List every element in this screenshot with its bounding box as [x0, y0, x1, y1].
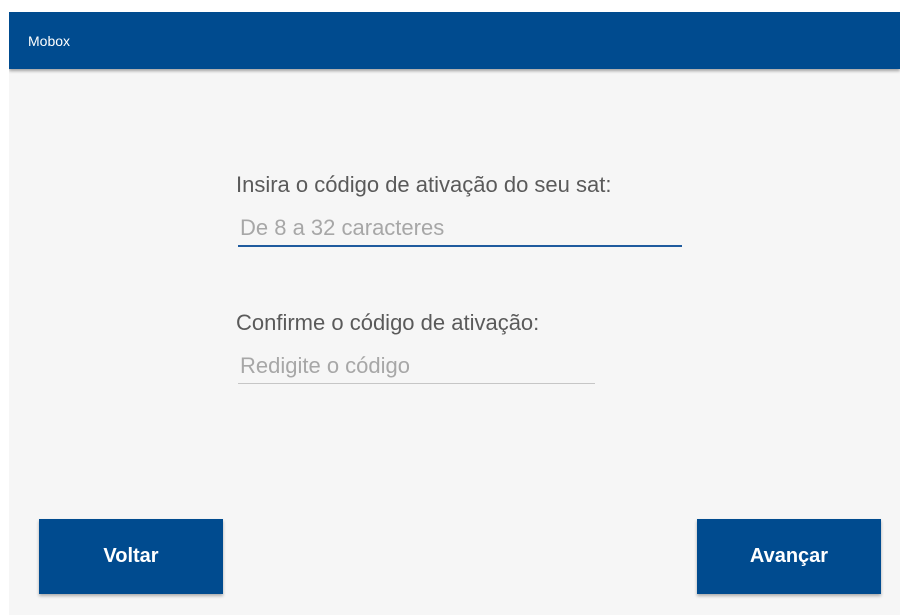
app-title: Mobox — [28, 33, 71, 49]
activation-code-label: Insira o código de ativação do seu sat: — [236, 172, 612, 197]
activation-code-input[interactable] — [238, 214, 682, 247]
confirm-code-label: Confirme o código de ativação: — [236, 310, 540, 335]
back-button[interactable]: Voltar — [39, 519, 223, 594]
next-button[interactable]: Avançar — [697, 519, 881, 594]
confirm-code-input[interactable] — [238, 352, 595, 384]
app-bar: Mobox — [9, 12, 900, 69]
app-screen: Mobox Insira o código de ativação do seu… — [9, 12, 900, 615]
